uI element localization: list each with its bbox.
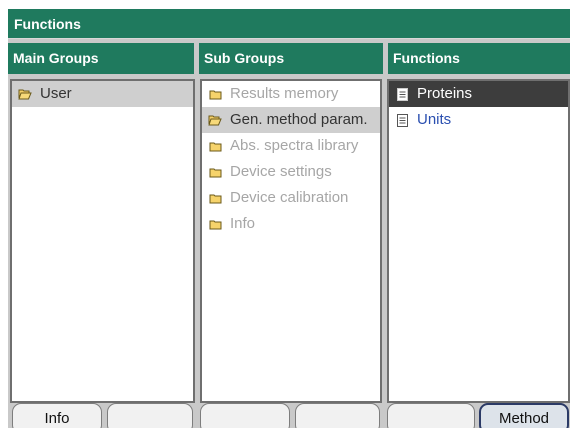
sub-group-item-results-memory[interactable]: Results memory xyxy=(202,81,380,107)
softkey-4[interactable] xyxy=(295,403,380,428)
column-header-functions: Functions xyxy=(388,43,570,74)
main-groups-list[interactable]: User xyxy=(10,79,195,403)
sub-group-item-device-settings[interactable]: Device settings xyxy=(202,159,380,185)
sub-group-item-gen-method-param[interactable]: Gen. method param. xyxy=(202,107,380,133)
softkey-2[interactable] xyxy=(107,403,193,428)
folder-open-icon xyxy=(18,87,32,101)
softkey-3[interactable] xyxy=(200,403,290,428)
function-label: Proteins xyxy=(417,85,473,102)
sub-group-label: Info xyxy=(230,215,256,232)
document-icon xyxy=(395,113,409,127)
function-item-proteins[interactable]: Proteins xyxy=(389,81,568,107)
folder-icon xyxy=(208,87,222,101)
folder-icon xyxy=(208,165,222,179)
sub-group-label: Device settings xyxy=(230,163,332,180)
function-item-units[interactable]: Units xyxy=(389,107,568,133)
folder-icon xyxy=(208,139,222,153)
folder-open-icon xyxy=(208,113,222,127)
folder-icon xyxy=(208,191,222,205)
window-title: Functions xyxy=(8,9,570,39)
function-label: Units xyxy=(417,111,452,128)
main-group-label: User xyxy=(40,85,72,102)
folder-icon xyxy=(208,217,222,231)
softkey-method[interactable]: Method xyxy=(479,403,569,428)
document-icon xyxy=(395,87,409,101)
sub-groups-list[interactable]: Results memory Gen. method param. Abs. s… xyxy=(200,79,382,403)
sub-group-item-device-calibration[interactable]: Device calibration xyxy=(202,185,380,211)
sub-group-item-info[interactable]: Info xyxy=(202,211,380,237)
softkey-info[interactable]: Info xyxy=(12,403,102,428)
sub-group-label: Results memory xyxy=(230,85,339,102)
softkey-5[interactable] xyxy=(387,403,475,428)
main-group-item-user[interactable]: User xyxy=(12,81,193,107)
functions-list[interactable]: Proteins Units xyxy=(387,79,570,403)
sub-group-label: Abs. spectra library xyxy=(230,137,359,154)
column-header-sub-groups: Sub Groups xyxy=(199,43,383,74)
device-screen: Functions Main Groups Sub Groups Functio… xyxy=(8,9,570,428)
sub-group-label: Device calibration xyxy=(230,189,349,206)
sub-group-item-abs-spectra-library[interactable]: Abs. spectra library xyxy=(202,133,380,159)
sub-group-label: Gen. method param. xyxy=(230,111,368,128)
column-header-main-groups: Main Groups xyxy=(8,43,194,74)
